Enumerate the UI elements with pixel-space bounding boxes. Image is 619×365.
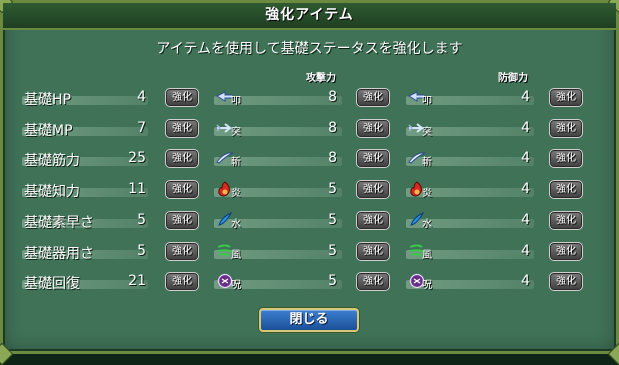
stat-row: 基礎素早さ 5 強化 水 5 強化 水 4 強化 — [0, 210, 619, 234]
enhance-attack-button[interactable]: 強化 — [356, 242, 390, 261]
attack-value: 8 — [328, 120, 337, 136]
stat-label: 基礎素早さ — [24, 215, 94, 231]
attack-value: 5 — [328, 212, 337, 228]
stat-value: 7 — [137, 120, 146, 136]
defense-element-label: 水 — [422, 219, 432, 230]
stat-label: 基礎MP — [24, 123, 73, 139]
defense-value: 4 — [521, 150, 530, 166]
enhance-attack-button[interactable]: 強化 — [356, 88, 390, 107]
defense-element-label: 炎 — [422, 188, 432, 199]
window-title: 強化アイテム — [265, 7, 354, 23]
stat-value: 4 — [137, 89, 146, 105]
enhance-attack-button[interactable]: 強化 — [356, 211, 390, 230]
stat-row: 基礎筋力 25 強化 斬 8 強化 斬 4 強化 — [0, 148, 619, 172]
attack-element-label: 突 — [231, 127, 241, 138]
attack-element-label: 水 — [231, 219, 241, 230]
enhance-defense-button[interactable]: 強化 — [549, 272, 583, 291]
stat-row: 基礎MP 7 強化 突 8 強化 突 4 強化 — [0, 118, 619, 142]
attack-element-label: 炎 — [231, 188, 241, 199]
enhance-attack-button[interactable]: 強化 — [356, 149, 390, 168]
stat-value: 5 — [137, 243, 146, 259]
attack-value: 5 — [328, 181, 337, 197]
attack-column-header: 攻撃力 — [306, 73, 336, 84]
enhance-defense-button[interactable]: 強化 — [549, 149, 583, 168]
stat-row: 基礎器用さ 5 強化 風 5 強化 風 4 強化 — [0, 241, 619, 265]
defense-value: 4 — [521, 273, 530, 289]
stat-row: 基礎HP 4 強化 叩 8 強化 叩 4 強化 — [0, 87, 619, 111]
stat-label: 基礎器用さ — [24, 246, 94, 262]
attack-element-label: 斬 — [231, 157, 241, 168]
window-subtitle: アイテムを使用して基礎ステータスを強化します — [156, 41, 463, 57]
defense-value: 4 — [521, 89, 530, 105]
stat-label: 基礎筋力 — [24, 153, 80, 169]
enhance-stat-button[interactable]: 強化 — [165, 149, 199, 168]
attack-value: 8 — [328, 89, 337, 105]
stat-value: 11 — [128, 181, 146, 197]
enhance-defense-button[interactable]: 強化 — [549, 88, 583, 107]
attack-value: 8 — [328, 150, 337, 166]
defense-value: 4 — [521, 120, 530, 136]
attack-element-label: 風 — [231, 250, 241, 261]
attack-element-label: 呪 — [231, 280, 241, 291]
stat-value: 5 — [137, 212, 146, 228]
enhance-stat-button[interactable]: 強化 — [165, 88, 199, 107]
enhance-defense-button[interactable]: 強化 — [549, 211, 583, 230]
enhance-stat-button[interactable]: 強化 — [165, 242, 199, 261]
defense-element-label: 叩 — [422, 96, 432, 107]
defense-element-label: 風 — [422, 250, 432, 261]
close-button[interactable]: 閉じる — [259, 308, 359, 332]
defense-element-label: 斬 — [422, 157, 432, 168]
enhance-defense-button[interactable]: 強化 — [549, 119, 583, 138]
attack-value: 5 — [328, 243, 337, 259]
enhance-stat-button[interactable]: 強化 — [165, 180, 199, 199]
stat-label: 基礎回復 — [24, 276, 80, 292]
stat-row: 基礎回復 21 強化 呪 5 強化 呪 4 強化 — [0, 271, 619, 295]
enhance-defense-button[interactable]: 強化 — [549, 180, 583, 199]
defense-element-label: 突 — [422, 127, 432, 138]
enhance-attack-button[interactable]: 強化 — [356, 180, 390, 199]
attack-value: 5 — [328, 273, 337, 289]
enhance-defense-button[interactable]: 強化 — [549, 242, 583, 261]
defense-value: 4 — [521, 181, 530, 197]
enhance-attack-button[interactable]: 強化 — [356, 272, 390, 291]
stat-label: 基礎HP — [24, 92, 71, 108]
enhance-stat-button[interactable]: 強化 — [165, 119, 199, 138]
stat-row: 基礎知力 11 強化 炎 5 強化 炎 4 強化 — [0, 179, 619, 203]
attack-element-label: 叩 — [231, 96, 241, 107]
defense-value: 4 — [521, 243, 530, 259]
defense-column-header: 防御力 — [498, 73, 528, 84]
enhance-attack-button[interactable]: 強化 — [356, 119, 390, 138]
enhance-stat-button[interactable]: 強化 — [165, 211, 199, 230]
defense-element-label: 呪 — [422, 280, 432, 291]
stat-label: 基礎知力 — [24, 184, 80, 200]
enhance-stat-button[interactable]: 強化 — [165, 272, 199, 291]
defense-value: 4 — [521, 212, 530, 228]
stat-value: 25 — [128, 150, 146, 166]
stat-value: 21 — [128, 273, 146, 289]
